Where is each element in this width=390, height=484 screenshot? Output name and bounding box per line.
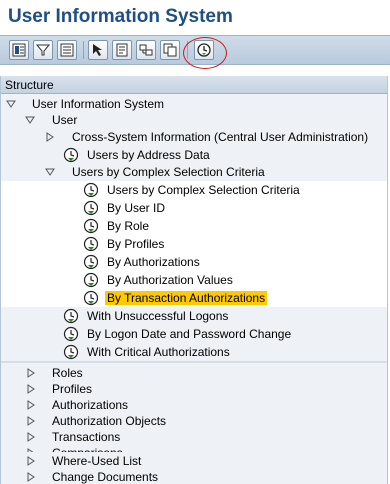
tree-node-complex-item[interactable]: By Profiles (1, 235, 387, 253)
tree-node-complex-selection[interactable]: Users by Complex Selection Criteria (1, 163, 387, 181)
tree-node-label: By Role (107, 219, 150, 233)
tree-node-label: By Logon Date and Password Change (87, 327, 292, 341)
structure-header-label: Structure (5, 78, 54, 92)
tree-node-complex-item[interactable]: By Authorizations (1, 253, 387, 271)
layout-button[interactable] (9, 40, 29, 60)
tree-node-label: By Authorizations (107, 255, 200, 269)
execute-clock-icon (63, 344, 79, 360)
title-bar: User Information System (0, 0, 390, 35)
list-button[interactable] (57, 40, 77, 60)
collapsed-triangle-icon[interactable] (26, 472, 36, 482)
collapsed-triangle-icon[interactable] (26, 456, 36, 466)
expanded-triangle-icon[interactable] (45, 167, 55, 177)
copy-button[interactable] (160, 40, 180, 60)
tree-node-label: With Unsuccessful Logons (87, 309, 229, 323)
tree-node-label: Users by Complex Selection Criteria (107, 183, 300, 197)
tree-node-label: Cross-System Information (Central User A… (72, 130, 369, 144)
filter-button[interactable] (33, 40, 53, 60)
expanded-triangle-icon[interactable] (6, 99, 16, 109)
copy-icon (163, 43, 177, 57)
tree-node-label: With Critical Authorizations (87, 345, 230, 359)
execute-clock-icon (83, 218, 99, 234)
execute-clock-icon (83, 290, 99, 306)
execute-clock-icon (83, 236, 99, 252)
tree-node-complex-item[interactable]: By Authorization Values (1, 271, 387, 289)
details-icon (116, 43, 128, 57)
tree-node-cross-system[interactable]: Cross-System Information (Central User A… (1, 128, 387, 146)
tree-node-complex-item[interactable]: By Role (1, 217, 387, 235)
collapsed-triangle-icon[interactable] (26, 416, 36, 426)
tree-node-label: Profiles (52, 382, 93, 396)
select-icon (93, 44, 102, 56)
execute-clock-icon (83, 254, 99, 270)
select-button[interactable] (88, 40, 108, 60)
divider (1, 361, 387, 363)
tree-node-complex-item-selected[interactable]: By Transaction Authorizations (1, 289, 387, 307)
execute-clock-icon (83, 272, 99, 288)
details-button[interactable] (112, 40, 132, 60)
filter-icon (36, 44, 50, 56)
collapsed-triangle-icon[interactable] (26, 368, 36, 378)
tree-node-complex-item[interactable]: Users by Complex Selection Criteria (1, 181, 387, 199)
tree-node-label: By Profiles (107, 237, 165, 251)
layout-icon (12, 43, 26, 57)
execute-clock-icon (63, 147, 79, 163)
collapsed-triangle-icon[interactable] (26, 384, 36, 394)
list-icon (60, 43, 74, 57)
application-toolbar (0, 35, 390, 65)
collapsed-triangle-icon[interactable] (26, 400, 36, 410)
execute-clock-icon (83, 200, 99, 216)
tree-node-label: Users by Complex Selection Criteria (72, 165, 265, 179)
tree-node-label: User Information System (32, 97, 165, 111)
tree-node-unsuccessful-logons[interactable]: With Unsuccessful Logons (1, 307, 387, 325)
tree-node-label: By Authorization Values (107, 273, 233, 287)
tree-node-label: Roles (52, 366, 83, 380)
structure-tree: Structure User Information System User C… (0, 76, 388, 484)
execute-clock-icon (63, 308, 79, 324)
tree-node-label: Where-Used List (52, 454, 142, 468)
tree-node-complex-item[interactable]: By User ID (1, 199, 387, 217)
where-used-button[interactable] (136, 40, 156, 60)
tree-node-label: Authorization Objects (52, 414, 167, 428)
execute-clock-icon (83, 182, 99, 198)
tree-node-label: Authorizations (52, 398, 129, 412)
tree-node-label: Users by Address Data (87, 148, 210, 162)
tree-node-users-by-address[interactable]: Users by Address Data (1, 146, 387, 164)
tree-node-label: By User ID (107, 201, 166, 215)
collapsed-triangle-icon[interactable] (45, 132, 55, 142)
expanded-triangle-icon[interactable] (25, 115, 35, 125)
tree-node-label: Transactions (52, 430, 121, 444)
toolbar-separator (83, 41, 84, 59)
page-title: User Information System (8, 6, 233, 27)
execute-clock-icon (63, 326, 79, 342)
tree-node-logon-date[interactable]: By Logon Date and Password Change (1, 325, 387, 343)
collapsed-triangle-icon[interactable] (26, 432, 36, 442)
where-used-icon (139, 44, 153, 56)
execute-clock-icon (197, 43, 211, 57)
tree-node-user[interactable]: User (1, 111, 387, 129)
toolbar-separator (187, 41, 188, 59)
structure-header: Structure (1, 76, 387, 94)
tree-node-critical-auth[interactable]: With Critical Authorizations (1, 343, 387, 361)
tree-node-label-selected: By Transaction Authorizations (105, 291, 268, 305)
execute-button[interactable] (194, 40, 214, 60)
tree-node-label: User (52, 113, 78, 127)
tree-node-change-documents[interactable]: Change Documents (1, 468, 387, 484)
tree-node-label: Change Documents (52, 470, 159, 484)
